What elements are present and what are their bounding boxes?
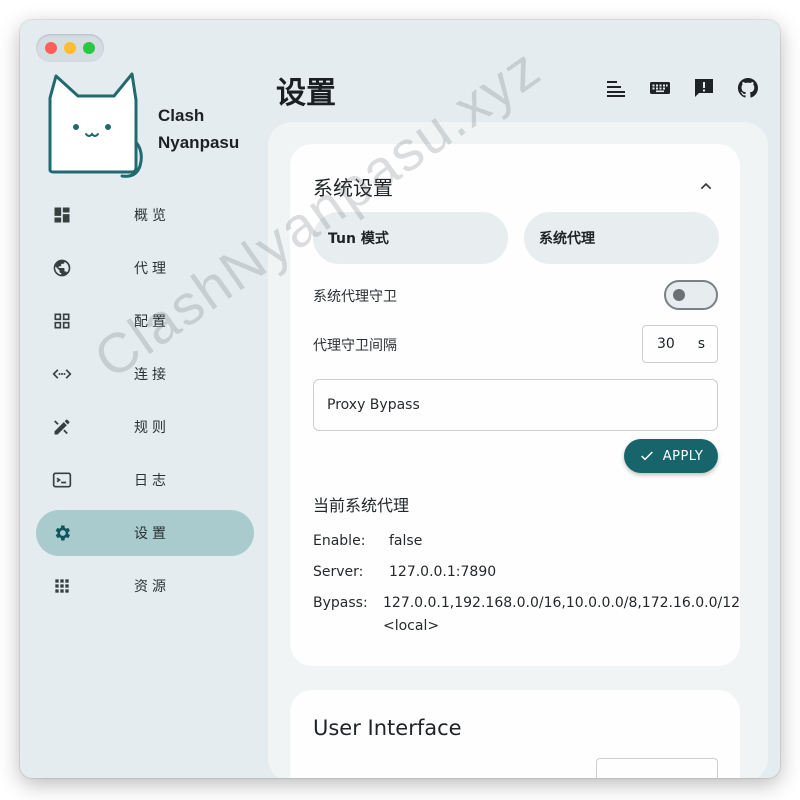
- sidebar-item-label: 概览: [134, 208, 170, 224]
- system-settings-title: 系统设置: [313, 176, 393, 200]
- check-icon: [640, 451, 653, 461]
- zoom-window-button[interactable]: [83, 42, 95, 54]
- bypass-row: Bypass: 127.0.0.1,192.168.0.0/16,10.0.0.…: [313, 595, 740, 611]
- current-proxy-title: 当前系统代理: [313, 496, 410, 515]
- sidebar-item-connections[interactable]: 连接: [36, 351, 254, 397]
- rule-tools-icon: [54, 419, 70, 435]
- app-name-line1: Clash: [158, 106, 205, 125]
- sidebar-item-rules[interactable]: 规则: [36, 404, 254, 450]
- app-logo: [48, 72, 143, 178]
- apply-button[interactable]: APPLY: [624, 439, 718, 473]
- sidebar-item-label: 日志: [134, 473, 170, 489]
- sidebar-item-label: 连接: [134, 367, 170, 383]
- proxy-bypass-placeholder: Proxy Bypass: [327, 397, 420, 413]
- system-proxy-button[interactable]: 系统代理: [524, 212, 719, 264]
- guard-interval-label: 代理守卫间隔: [313, 338, 397, 354]
- gear-icon: [55, 525, 70, 541]
- chevron-up-icon[interactable]: [698, 178, 714, 194]
- user-interface-title: User Interface: [313, 716, 462, 740]
- dashboard-icon: [54, 207, 70, 223]
- list-icon[interactable]: [604, 76, 628, 100]
- grid-icon: [54, 313, 70, 329]
- globe-icon: [53, 259, 71, 277]
- proxy-bypass-input[interactable]: Proxy Bypass: [313, 379, 718, 431]
- code-connection-icon: [52, 369, 72, 379]
- keyboard-icon[interactable]: [648, 76, 672, 100]
- bypass-value-line1: 127.0.0.1,192.168.0.0/16,10.0.0.0/8,172.…: [383, 595, 740, 611]
- github-icon[interactable]: [736, 76, 760, 100]
- bypass-key: Bypass:: [313, 595, 368, 611]
- app-name: Clash Nyanpasu: [158, 102, 258, 156]
- apps-grid-icon: [55, 579, 69, 593]
- app-name-line2: Nyanpasu: [158, 133, 240, 152]
- proxy-guard-toggle[interactable]: [664, 280, 718, 310]
- sidebar-item-label: 规则: [134, 420, 170, 436]
- guard-interval-value: 30: [657, 336, 675, 352]
- guard-interval-input[interactable]: 30 s: [642, 325, 718, 363]
- settings-panel: 系统设置 Tun 模式 系统代理 系统代理守卫 代理守卫间隔 30 s Prox…: [268, 122, 768, 778]
- server-value: 127.0.0.1:7890: [389, 564, 497, 580]
- user-interface-select[interactable]: [596, 758, 718, 778]
- sidebar-item-label: 代理: [134, 261, 170, 277]
- bypass-value-line2: <local>: [383, 618, 440, 634]
- sidebar-nav: 概览 代理 配置 连接 规则 日志 设置 资源: [36, 192, 254, 616]
- apply-button-label: APPLY: [662, 448, 704, 464]
- sidebar-item-profiles[interactable]: 配置: [36, 298, 254, 344]
- enable-value: false: [389, 533, 423, 549]
- sidebar-item-settings[interactable]: 设置: [36, 510, 254, 556]
- guard-interval-unit: s: [697, 336, 705, 352]
- server-key: Server:: [313, 564, 364, 580]
- minimize-window-button[interactable]: [64, 42, 76, 54]
- header-actions: [604, 76, 760, 100]
- close-window-button[interactable]: [45, 42, 57, 54]
- feedback-icon[interactable]: [692, 76, 716, 100]
- sidebar-item-proxy[interactable]: 代理: [36, 245, 254, 291]
- tun-mode-button[interactable]: Tun 模式: [313, 212, 508, 264]
- sidebar-item-resources[interactable]: 资源: [36, 563, 254, 609]
- sidebar-item-label: 设置: [134, 526, 170, 542]
- server-row: Server: 127.0.0.1:7890: [313, 564, 496, 580]
- sidebar-item-logs[interactable]: 日志: [36, 457, 254, 503]
- sidebar-item-overview[interactable]: 概览: [36, 192, 254, 238]
- sidebar-item-label: 配置: [134, 314, 170, 330]
- window-controls: [36, 34, 104, 62]
- enable-key: Enable:: [313, 533, 366, 549]
- sidebar-item-label: 资源: [134, 579, 170, 595]
- system-settings-card: 系统设置 Tun 模式 系统代理 系统代理守卫 代理守卫间隔 30 s Prox…: [290, 144, 740, 666]
- proxy-guard-label: 系统代理守卫: [313, 289, 397, 305]
- terminal-icon: [52, 472, 72, 488]
- user-interface-card: User Interface: [290, 690, 740, 778]
- enable-row: Enable: false: [313, 533, 422, 549]
- page-title: 设置: [276, 76, 336, 111]
- app-window: Clash Nyanpasu 概览 代理 配置 连接 规则 日志 设置 资源 设…: [20, 20, 780, 778]
- toggle-knob: [673, 289, 685, 301]
